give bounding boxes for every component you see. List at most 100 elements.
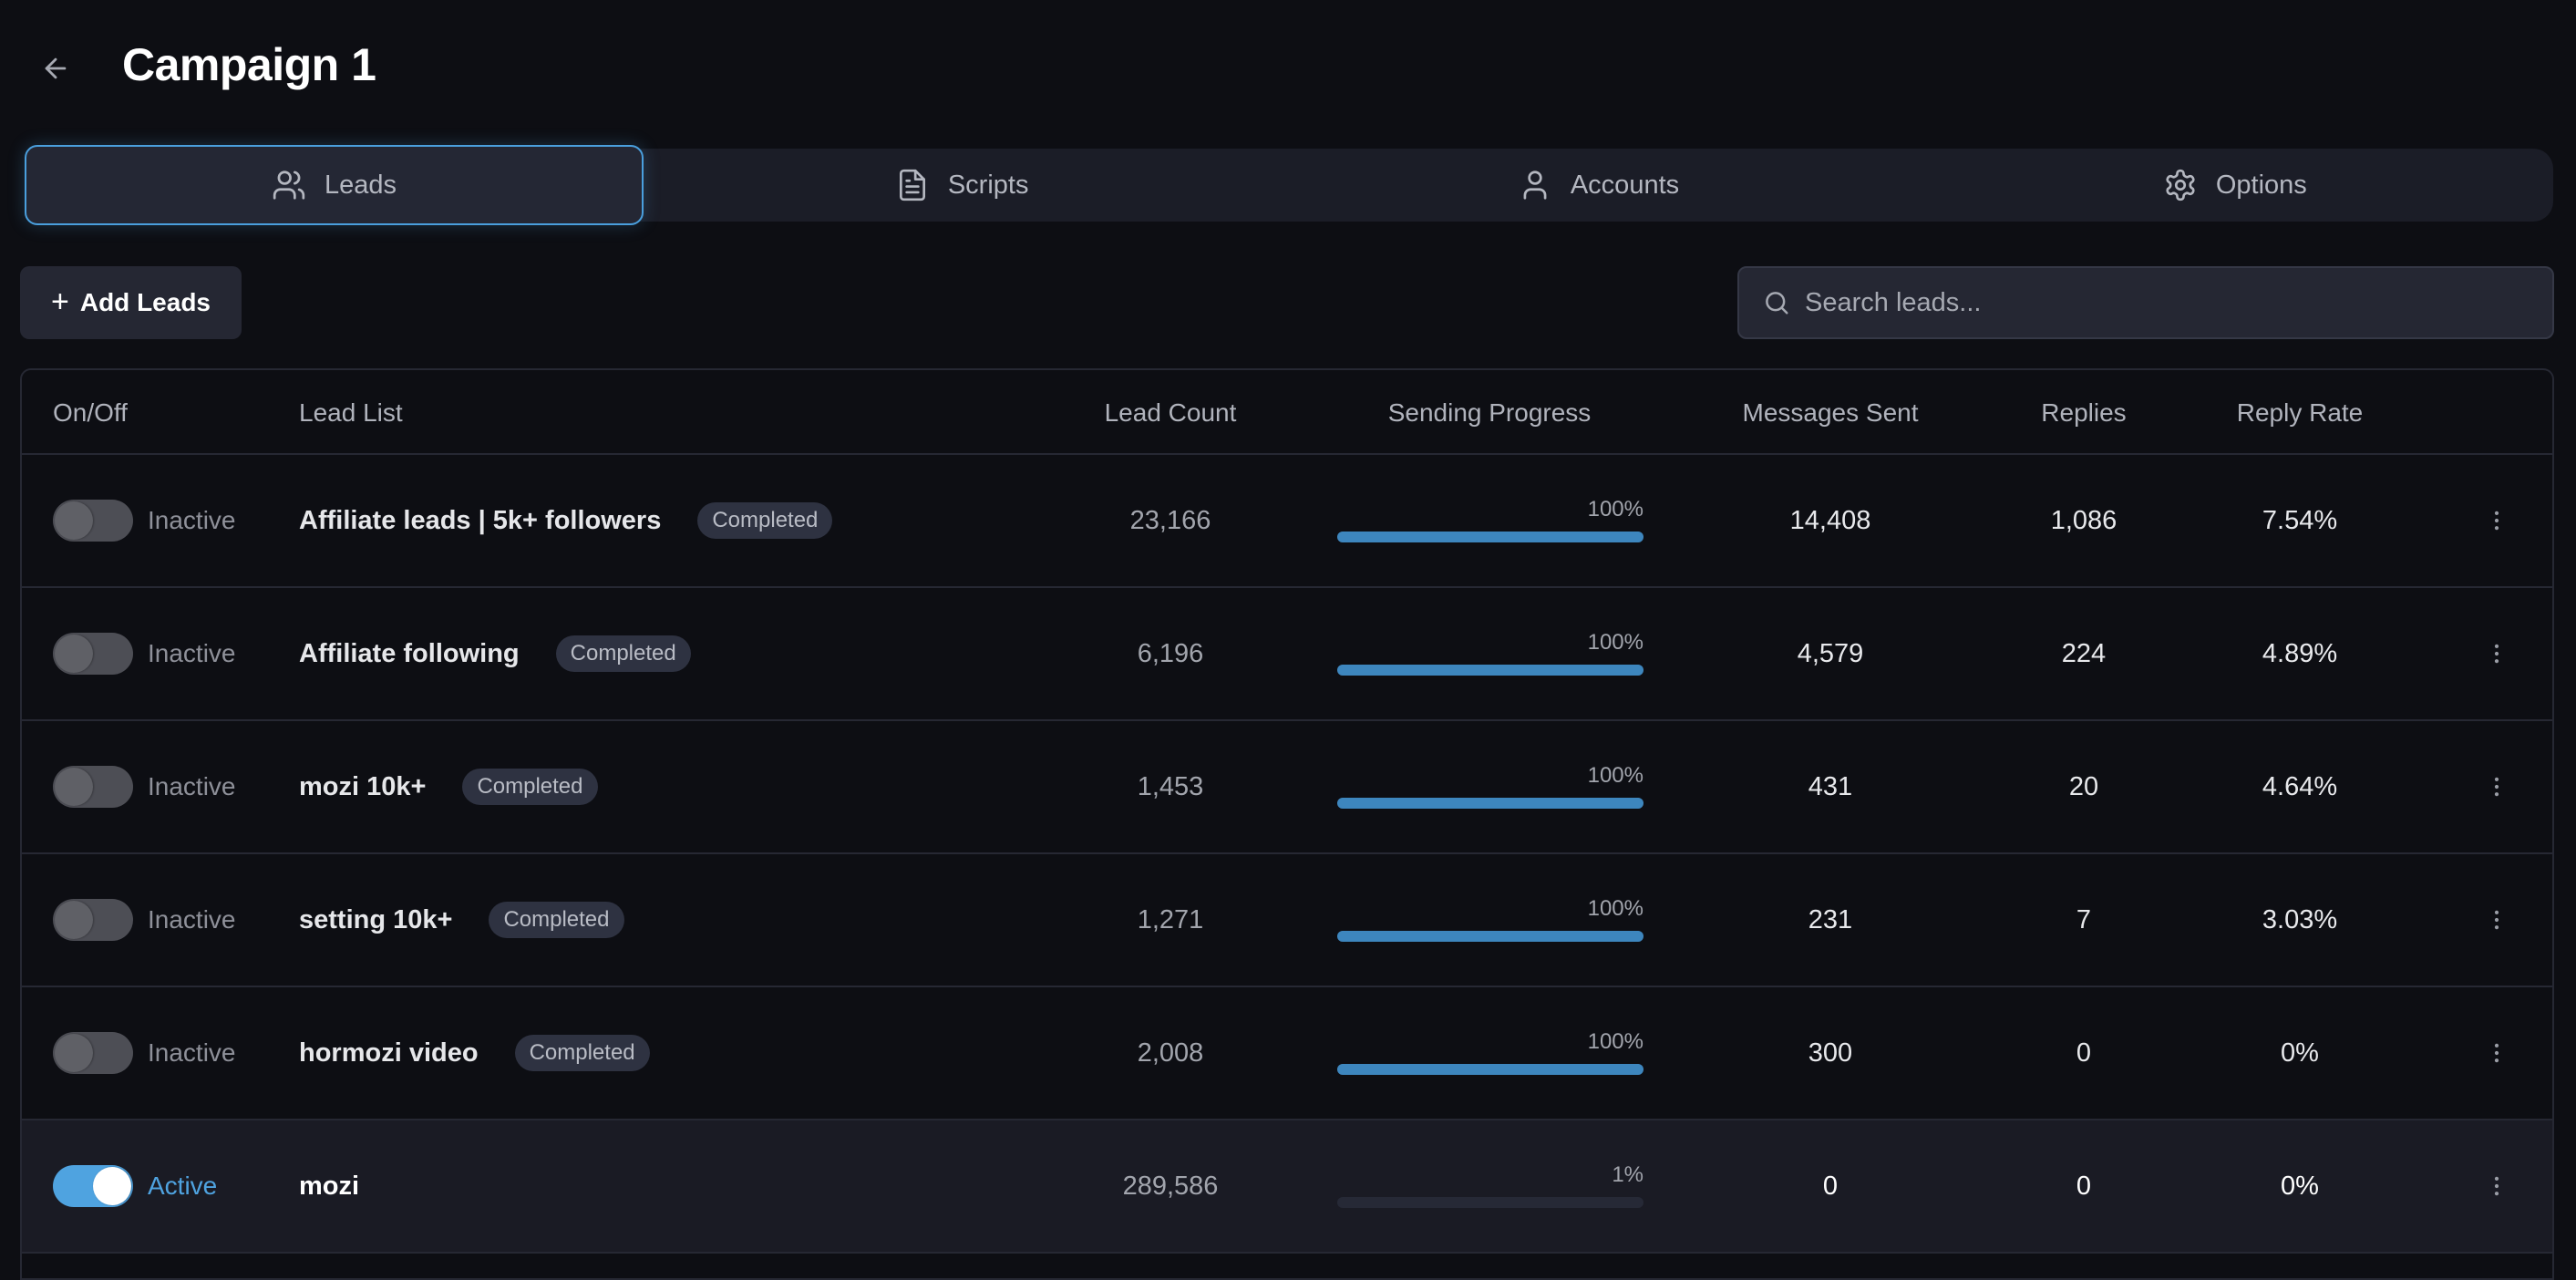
table-row: Inactive mozi 10k+ Completed 1,453 100% …	[22, 721, 2552, 854]
table-row: Inactive Affiliate leads | 5k+ followers…	[22, 455, 2552, 588]
lead-count-cell: 1,453	[1138, 721, 1204, 852]
table-row: Active mozi 289,586 1% 0 0 0%	[22, 1120, 2552, 1254]
col-header-reply-rate: Reply Rate	[2236, 397, 2364, 427]
status-toggle[interactable]	[53, 1165, 133, 1207]
tab-options[interactable]: Options	[1917, 149, 2553, 222]
table-row: Inactive Affiliate following Completed 6…	[22, 588, 2552, 721]
progress-label: 1%	[1612, 1162, 1643, 1187]
row-menu-button[interactable]	[2474, 631, 2519, 676]
row-menu-button[interactable]	[2474, 1030, 2519, 1076]
add-leads-label: Add Leads	[79, 288, 211, 316]
lead-list-name[interactable]: Affiliate following	[299, 639, 520, 669]
toggle-knob	[55, 1034, 93, 1072]
status-cell: Inactive	[53, 987, 236, 1119]
tab-accounts[interactable]: Accounts	[1280, 149, 1916, 222]
messages-sent-cell: 4,579	[1798, 588, 1864, 719]
status-badge: Completed	[514, 1035, 650, 1071]
tab-label: Scripts	[947, 170, 1029, 200]
row-menu-button[interactable]	[2474, 764, 2519, 810]
status-toggle[interactable]	[53, 899, 133, 941]
lead-count: 6,196	[1137, 638, 1204, 668]
lead-count: 289,586	[1122, 1171, 1219, 1201]
status-label: Inactive	[148, 639, 236, 667]
messages-sent-cell: 431	[1808, 721, 1852, 852]
table-body: Inactive Affiliate leads | 5k+ followers…	[22, 455, 2552, 1254]
progress-fill	[1337, 798, 1643, 809]
row-menu-button[interactable]	[2474, 897, 2519, 943]
status-toggle[interactable]	[53, 1032, 133, 1074]
col-header-lead-list: Lead List	[299, 397, 403, 427]
table-header: On/Off Lead List Lead Count Sending Prog…	[22, 370, 2552, 455]
status-cell: Inactive	[53, 854, 236, 986]
lead-count-cell: 2,008	[1138, 987, 1204, 1119]
status-label: Inactive	[148, 905, 236, 934]
replies: 0	[2076, 1171, 2092, 1201]
add-leads-button[interactable]: + Add Leads	[20, 266, 242, 339]
status-label: Active	[148, 1172, 218, 1200]
reply-rate: 0%	[2281, 1171, 2319, 1201]
search-icon	[1766, 292, 1788, 315]
more-vertical-icon	[2494, 511, 2499, 531]
lead-list-cell: Affiliate following Completed	[299, 588, 691, 719]
status-badge: Completed	[489, 902, 624, 938]
replies-cell: 20	[2069, 721, 2098, 852]
row-menu-button[interactable]	[2474, 1163, 2519, 1209]
tab-leads[interactable]: Leads	[25, 145, 644, 225]
lead-list-cell: mozi 10k+ Completed	[299, 721, 598, 852]
more-vertical-icon	[2494, 644, 2499, 664]
status-toggle[interactable]	[53, 633, 133, 675]
status-toggle[interactable]	[53, 766, 133, 808]
reply-rate: 7.54%	[2262, 505, 2338, 535]
status-label: Inactive	[148, 1038, 236, 1067]
progress-label: 100%	[1587, 630, 1643, 655]
more-vertical-icon	[2494, 777, 2499, 797]
progress-track	[1337, 1197, 1643, 1208]
reply-rate-cell: 4.89%	[2262, 588, 2337, 719]
status-badge: Completed	[555, 635, 691, 672]
search-box[interactable]	[1737, 266, 2554, 339]
replies: 20	[2068, 771, 2099, 801]
back-button[interactable]	[33, 46, 78, 91]
search-input[interactable]	[1805, 287, 2552, 318]
toggle-knob	[55, 901, 93, 939]
users-icon	[273, 170, 305, 200]
replies-cell: 0	[2076, 1120, 2091, 1252]
lead-list-name[interactable]: Affiliate leads | 5k+ followers	[299, 506, 661, 536]
messages-sent: 14,408	[1789, 505, 1871, 535]
sending-progress: 1%	[1337, 1120, 1643, 1252]
toggle-knob	[55, 501, 93, 540]
lead-count-cell: 1,271	[1138, 854, 1204, 986]
sending-progress: 100%	[1337, 588, 1643, 719]
progress-track	[1337, 532, 1643, 542]
col-header-on-off: On/Off	[53, 397, 128, 427]
progress-label: 100%	[1587, 1029, 1643, 1054]
replies-cell: 224	[2062, 588, 2106, 719]
lead-count: 1,271	[1137, 904, 1204, 934]
replies: 7	[2076, 904, 2092, 934]
status-toggle[interactable]	[53, 500, 133, 542]
reply-rate-cell: 3.03%	[2262, 854, 2337, 986]
messages-sent-cell: 231	[1808, 854, 1852, 986]
arrow-left-icon	[45, 57, 67, 79]
status-badge: Completed	[697, 502, 833, 539]
status-cell: Active	[53, 1120, 217, 1252]
lead-list-name[interactable]: setting 10k+	[299, 905, 452, 935]
replies-cell: 7	[2076, 854, 2091, 986]
reply-rate-cell: 0%	[2281, 987, 2319, 1119]
status-label: Inactive	[148, 772, 236, 800]
lead-count: 1,453	[1137, 771, 1204, 801]
reply-rate: 4.89%	[2262, 638, 2338, 668]
progress-track	[1337, 798, 1643, 809]
lead-list-name[interactable]: mozi	[299, 1172, 359, 1202]
lead-list-name[interactable]: hormozi video	[299, 1038, 479, 1068]
lead-list-cell: Affiliate leads | 5k+ followers Complete…	[299, 455, 833, 586]
gear-icon	[2166, 169, 2195, 201]
lead-count-cell: 23,166	[1130, 455, 1211, 586]
lead-list-name[interactable]: mozi 10k+	[299, 772, 426, 802]
lead-list-cell: hormozi video Completed	[299, 987, 650, 1119]
tab-label: Accounts	[1570, 170, 1680, 200]
tab-scripts[interactable]: Scripts	[644, 149, 1280, 222]
row-menu-button[interactable]	[2474, 498, 2519, 543]
reply-rate-cell: 4.64%	[2262, 721, 2337, 852]
lead-count: 2,008	[1137, 1037, 1204, 1068]
